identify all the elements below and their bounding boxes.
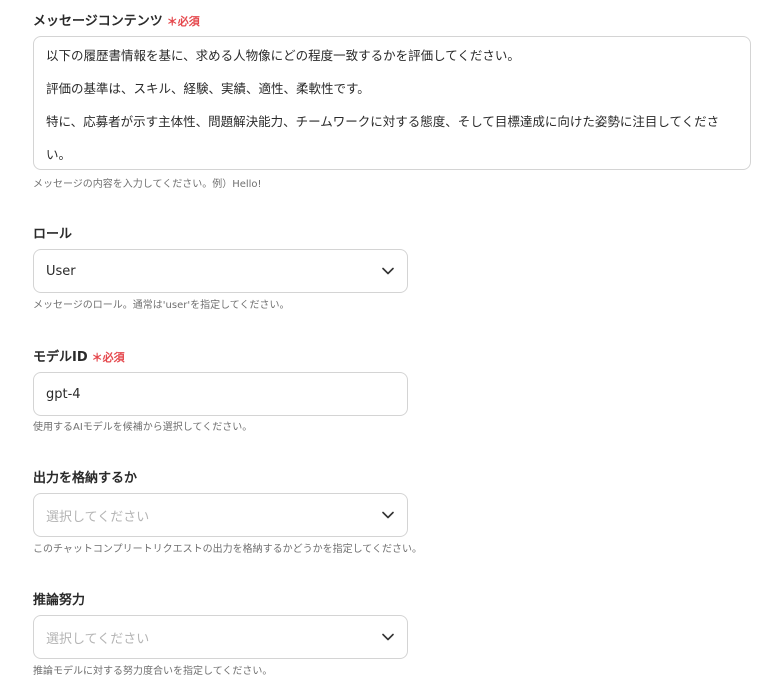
reasoning-effort-help: 推論モデルに対する努力度合いを指定してください。 [33,666,273,677]
role-help: メッセージのロール。通常は'user'を指定してください。 [33,300,290,311]
message-line-3: 特に、応募者が示す主体性、問題解決能力、チームワークに対する態度、そして目標達成… [46,114,720,129]
message-line-2: 評価の基準は、スキル、経験、実績、適性、柔軟性です。 [46,81,370,96]
chevron-down-icon [381,508,395,522]
message-content-textarea[interactable]: 以下の履歴書情報を基に、求める人物像にどの程度一致するかを評価してください。 評… [33,36,751,170]
output-store-help: このチャットコンプリートリクエストの出力を格納するかどうかを指定してください。 [33,544,422,555]
role-label: ロール [33,227,73,242]
message-content-label: メッセージコンテンツ ＊必須 [33,10,200,29]
model-id-help: 使用するAIモデルを候補から選択してください。 [33,422,253,433]
chevron-down-icon [381,264,395,278]
reasoning-effort-select[interactable]: 選択してください [33,615,408,659]
output-store-placeholder: 選択してください [46,509,150,525]
message-line-1: 以下の履歴書情報を基に、求める人物像にどの程度一致するかを評価してください。 [46,48,520,63]
model-id-input[interactable]: gpt-4 [33,372,408,416]
chevron-down-icon [381,630,395,644]
message-content-help: メッセージの内容を入力してください。例）Hello! [33,179,262,190]
output-store-label: 出力を格納するか [33,471,138,486]
output-store-select[interactable]: 選択してください [33,493,408,537]
message-line-4: い。 [46,147,72,162]
reasoning-effort-label: 推論努力 [33,593,86,608]
message-content-label-text: メッセージコンテンツ [33,14,163,29]
model-id-value: gpt-4 [46,386,81,402]
required-marker: ＊必須 [91,351,125,364]
model-id-label: モデルID ＊必須 [33,346,125,365]
reasoning-effort-placeholder: 選択してください [46,631,150,647]
required-marker: ＊必須 [166,15,200,28]
model-id-label-text: モデルID [33,350,88,365]
role-select[interactable]: User [33,249,408,293]
role-select-value: User [46,263,76,279]
